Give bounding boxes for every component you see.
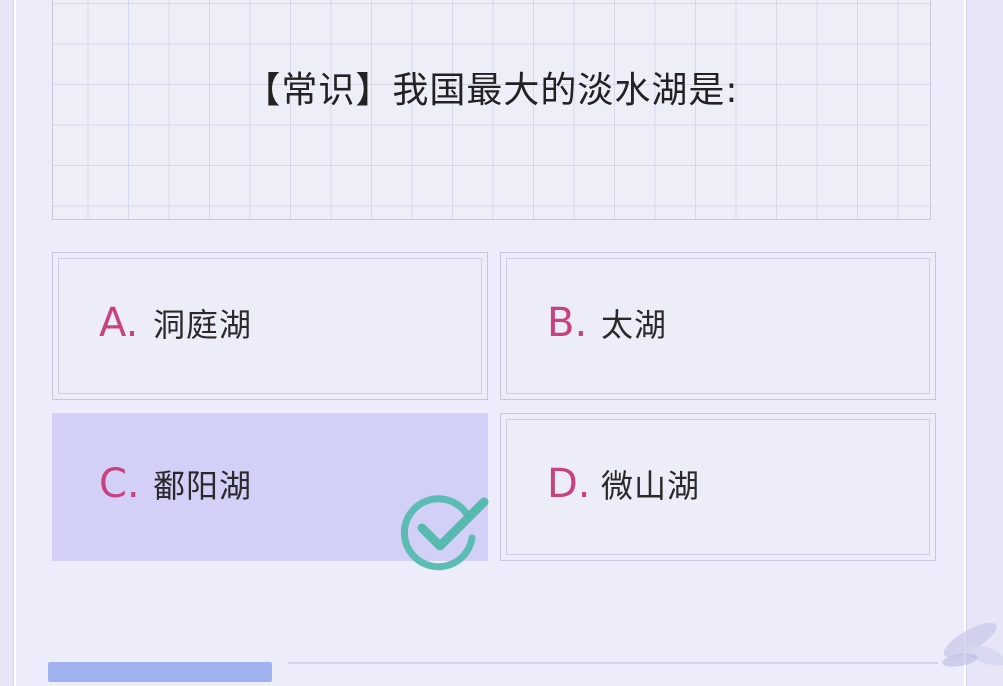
bottom-button[interactable] [48, 662, 272, 682]
flower-decoration-icon [942, 622, 1003, 667]
option-text: 鄱阳湖 [153, 467, 253, 505]
check-circle-icon [400, 495, 489, 571]
option-text: 洞庭湖 [153, 306, 253, 344]
question-text: 【常识】我国最大的淡水湖是: [244, 70, 739, 111]
option-text: 太湖 [601, 306, 668, 344]
question-box: 【常识】我国最大的淡水湖是: [52, 0, 931, 220]
option-b[interactable]: B. 太湖 [500, 252, 936, 400]
option-letter: A. [99, 300, 139, 346]
option-letter: B. [547, 300, 588, 346]
option-a[interactable]: A. 洞庭湖 [52, 252, 488, 400]
option-d[interactable]: D. 微山湖 [500, 413, 936, 561]
option-text: 微山湖 [601, 467, 701, 505]
option-letter: C. [99, 461, 140, 507]
option-letter: D. [547, 461, 591, 507]
bottom-divider [288, 662, 938, 664]
